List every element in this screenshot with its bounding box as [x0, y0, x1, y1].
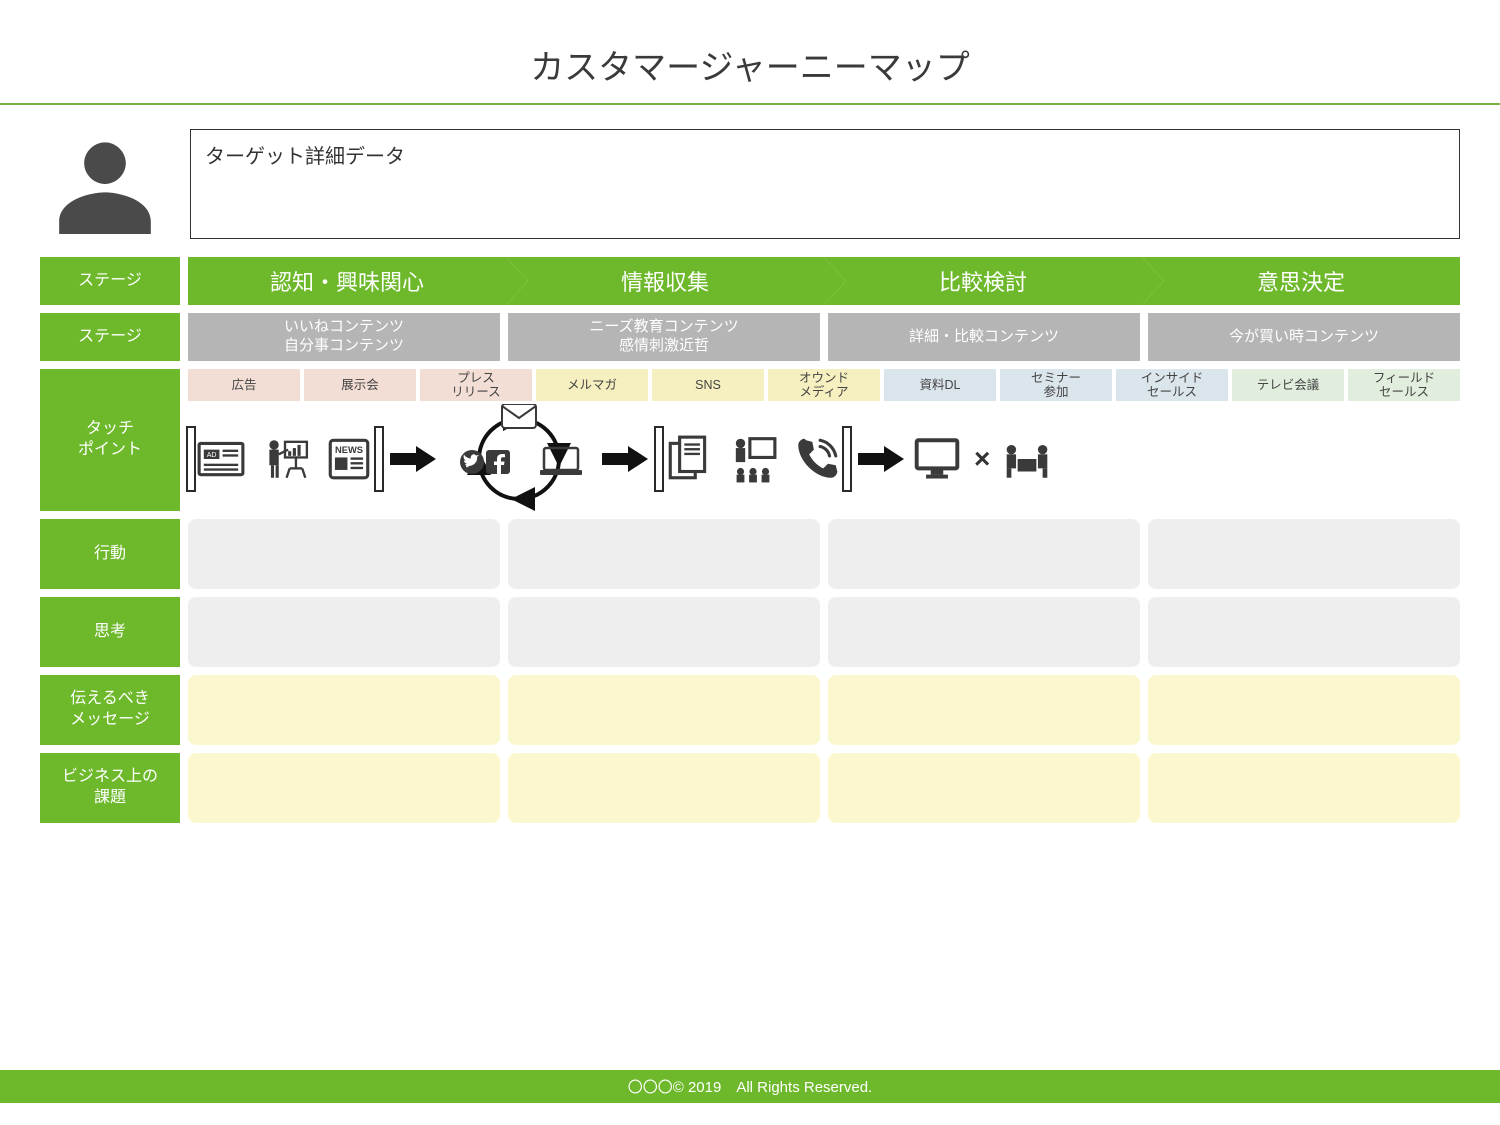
- tp-video-conf: テレビ会議: [1232, 369, 1344, 401]
- tp-group-awareness: AD NEWS: [188, 432, 382, 486]
- target-detail-box: ターゲット詳細データ: [190, 129, 1460, 239]
- cell-message-0: [188, 675, 500, 745]
- cell-issue-1: [508, 753, 820, 823]
- multiply-icon: ×: [970, 443, 994, 475]
- page-title: カスタマージャーニーマップ: [0, 0, 1500, 105]
- cell-thought-3: [1148, 597, 1460, 667]
- stage-research: 情報収集: [506, 257, 824, 305]
- cell-message-3: [1148, 675, 1460, 745]
- svg-text:AD: AD: [207, 452, 217, 459]
- tp-mailmag: メルマガ: [536, 369, 648, 401]
- row-label-message: 伝えるべき メッセージ: [40, 675, 180, 745]
- tp-field-sales: フィールド セールス: [1348, 369, 1460, 401]
- content-stage-3: 今が買い時コンテンツ: [1148, 313, 1460, 361]
- cell-thought-1: [508, 597, 820, 667]
- cell-thought-2: [828, 597, 1140, 667]
- cell-message-1: [508, 675, 820, 745]
- ad-banner-icon: AD: [196, 432, 246, 486]
- stage-compare: 比較検討: [824, 257, 1142, 305]
- twitter-icon: [460, 450, 484, 474]
- content-stage-2: 詳細・比較コンテンツ: [828, 313, 1140, 361]
- cell-issue-2: [828, 753, 1140, 823]
- tp-group-compare: [656, 432, 850, 486]
- stage-awareness: 認知・興味関心: [188, 257, 506, 305]
- seminar-icon: [728, 432, 778, 486]
- newspaper-icon: NEWS: [324, 432, 374, 486]
- touchpoint-chips: 広告 展示会 プレス リリース メルマガ SNS オウンド メディア 資料DL …: [188, 369, 1460, 401]
- row-label-stage: ステージ: [40, 257, 180, 305]
- tp-inside-sales: インサイド セールス: [1116, 369, 1228, 401]
- tp-seminar: セミナー 参加: [1000, 369, 1112, 401]
- content-stage-0: いいねコンテンツ自分事コンテンツ: [188, 313, 500, 361]
- meeting-icon: [1002, 432, 1052, 486]
- tp-group-research-cycle: [444, 404, 594, 514]
- tp-exhibition: 展示会: [304, 369, 416, 401]
- touchpoint-icons: AD NEWS: [188, 407, 1460, 511]
- cell-message-2: [828, 675, 1140, 745]
- arrow-right-icon: [390, 444, 436, 474]
- tp-ad: 広告: [188, 369, 300, 401]
- stage-decision: 意思決定: [1142, 257, 1460, 305]
- svg-text:NEWS: NEWS: [335, 445, 363, 455]
- tp-press-release: プレス リリース: [420, 369, 532, 401]
- persona-avatar-icon: [40, 129, 170, 239]
- tp-owned-media: オウンド メディア: [768, 369, 880, 401]
- laptop-icon: [540, 448, 582, 475]
- presenter-icon: [260, 432, 310, 486]
- monitor-icon: [912, 432, 962, 486]
- cell-behavior-1: [508, 519, 820, 589]
- row-label-behavior: 行動: [40, 519, 180, 589]
- tp-sns: SNS: [652, 369, 764, 401]
- content-stage-1: ニーズ教育コンテンツ感情刺激近哲: [508, 313, 820, 361]
- cell-thought-0: [188, 597, 500, 667]
- cell-behavior-0: [188, 519, 500, 589]
- row-label-content-stage: ステージ: [40, 313, 180, 361]
- cell-behavior-3: [1148, 519, 1460, 589]
- arrow-right-icon: [858, 444, 904, 474]
- cell-behavior-2: [828, 519, 1140, 589]
- row-label-touchpoint: タッチ ポイント: [40, 369, 180, 511]
- phone-call-icon: [792, 432, 842, 486]
- mail-icon: [502, 404, 536, 428]
- documents-icon: [664, 432, 714, 486]
- arrow-right-icon: [602, 444, 648, 474]
- row-label-thought: 思考: [40, 597, 180, 667]
- cell-issue-3: [1148, 753, 1460, 823]
- footer-copyright: 〇〇〇© 2019 All Rights Reserved.: [0, 1070, 1500, 1103]
- facebook-icon: [486, 450, 510, 474]
- row-label-issue: ビジネス上の 課題: [40, 753, 180, 823]
- tp-doc-dl: 資料DL: [884, 369, 996, 401]
- cell-issue-0: [188, 753, 500, 823]
